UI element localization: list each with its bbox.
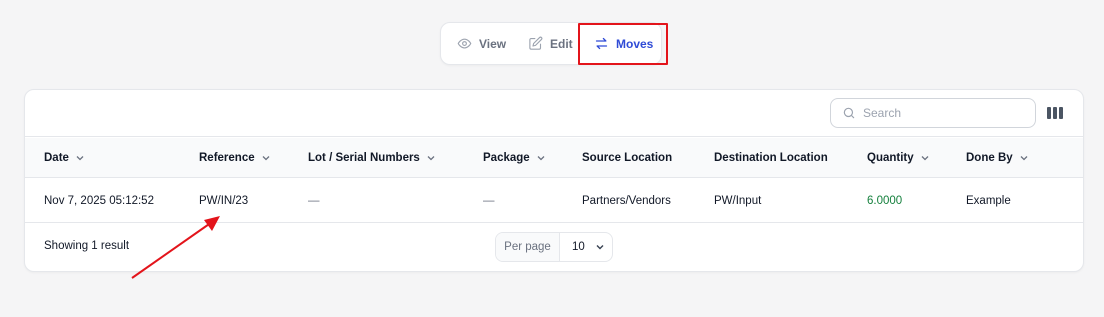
arrows-swap-icon bbox=[595, 37, 608, 50]
chevron-down-icon bbox=[537, 156, 545, 161]
column-header-done-by[interactable]: Done By bbox=[966, 138, 1029, 178]
cell-quantity: 6.0000 bbox=[867, 195, 903, 207]
cell-reference[interactable]: PW/IN/23 bbox=[199, 179, 248, 223]
tab-moves[interactable]: Moves bbox=[594, 23, 653, 64]
column-header-lot-serial[interactable]: Lot / Serial Numbers bbox=[308, 138, 436, 178]
chevron-down-icon bbox=[262, 156, 270, 161]
eye-icon bbox=[457, 38, 472, 49]
tab-edit-label: Edit bbox=[550, 36, 573, 51]
table-row[interactable]: Nov 7, 2025 05:12:52 PW/IN/23 — — Partne… bbox=[25, 179, 1083, 223]
search-box[interactable] bbox=[830, 98, 1036, 128]
per-page-value: 10 bbox=[572, 241, 585, 253]
table-header: Date Reference Lot / Serial Numbers Pack… bbox=[25, 138, 1083, 178]
tab-view[interactable]: View bbox=[457, 23, 506, 64]
tab-view-label: View bbox=[479, 36, 507, 51]
column-header-reference[interactable]: Reference bbox=[199, 138, 271, 178]
cell-lot-serial: — bbox=[308, 195, 320, 207]
column-header-date[interactable]: Date bbox=[44, 138, 85, 178]
per-page-select[interactable]: 10 bbox=[560, 233, 612, 261]
cell-date: Nov 7, 2025 05:12:52 bbox=[44, 195, 154, 207]
column-header-label: Package bbox=[483, 152, 530, 164]
chevron-down-icon bbox=[427, 156, 435, 161]
column-header-label: Done By bbox=[966, 152, 1013, 164]
column-header-label: Reference bbox=[199, 152, 255, 164]
column-header-label: Lot / Serial Numbers bbox=[308, 152, 420, 164]
column-header-label: Source Location bbox=[582, 152, 673, 164]
tab-moves-label: Moves bbox=[616, 36, 654, 51]
moves-table-card: Date Reference Lot / Serial Numbers Pack… bbox=[24, 89, 1084, 272]
chevron-down-icon bbox=[596, 245, 604, 250]
per-page-control: Per page 10 bbox=[495, 232, 613, 262]
column-header-quantity[interactable]: Quantity bbox=[867, 138, 930, 178]
record-tabs: View Edit Moves bbox=[440, 22, 662, 65]
chevron-down-icon bbox=[921, 156, 929, 161]
column-header-label: Quantity bbox=[867, 152, 914, 164]
tab-edit[interactable]: Edit bbox=[528, 23, 573, 64]
column-header-destination-location: Destination Location bbox=[714, 138, 828, 178]
search-icon bbox=[843, 107, 855, 119]
edit-icon bbox=[529, 36, 543, 50]
cell-destination-location: PW/Input bbox=[714, 195, 762, 207]
column-header-source-location: Source Location bbox=[582, 138, 672, 178]
chevron-down-icon bbox=[76, 156, 84, 161]
cell-package: — bbox=[483, 195, 495, 207]
chevron-down-icon bbox=[1020, 156, 1028, 161]
search-input[interactable] bbox=[863, 106, 1013, 120]
table-toolbar bbox=[25, 90, 1083, 137]
columns-icon[interactable] bbox=[1046, 105, 1064, 121]
column-header-package[interactable]: Package bbox=[483, 138, 546, 178]
column-header-label: Destination Location bbox=[714, 152, 828, 164]
cell-done-by: Example bbox=[966, 195, 1011, 207]
per-page-label: Per page bbox=[496, 233, 560, 261]
results-summary: Showing 1 result bbox=[44, 240, 130, 252]
column-header-label: Date bbox=[44, 152, 69, 164]
cell-source-location: Partners/Vendors bbox=[582, 195, 671, 207]
